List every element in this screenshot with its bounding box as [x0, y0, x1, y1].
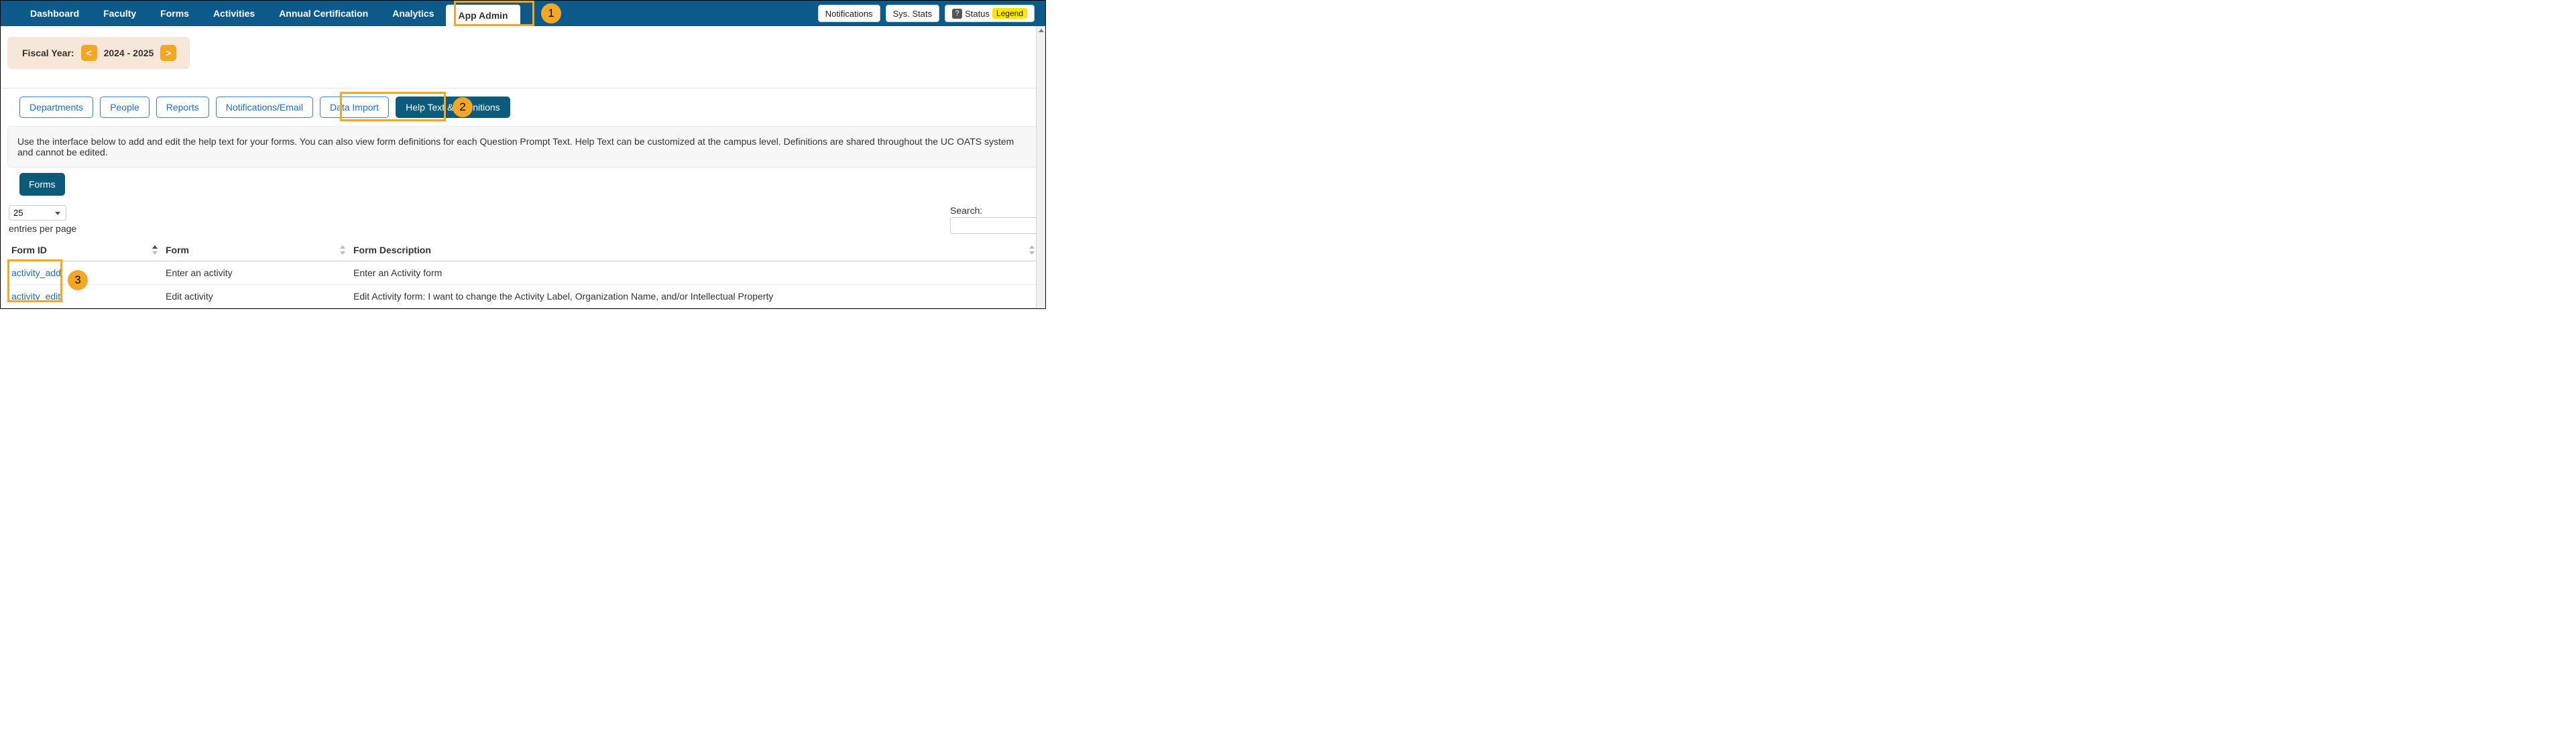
legend-chip: Legend	[992, 8, 1027, 19]
annotation-marker-3: 3	[68, 270, 88, 290]
forms-view-button[interactable]: Forms	[19, 173, 65, 196]
status-label: Status	[965, 9, 990, 19]
form-id-link[interactable]: activity_edit	[11, 291, 60, 302]
status-button[interactable]: ? Status Legend	[945, 5, 1035, 22]
nav-annual-certification[interactable]: Annual Certification	[267, 1, 380, 26]
cell-form: Edit activity	[162, 285, 349, 308]
entries-per-page-label: entries per page	[9, 223, 76, 234]
table-row: activity_add Enter an activity Enter an …	[7, 261, 1039, 285]
fiscal-year-prev-button[interactable]: <	[81, 45, 97, 61]
col-header-form-id-label: Form ID	[11, 245, 47, 255]
annotation-marker-2: 2	[453, 97, 473, 117]
fiscal-year-value: 2024 - 2025	[104, 48, 154, 58]
nav-app-admin[interactable]: App Admin	[446, 5, 520, 26]
help-icon: ?	[952, 9, 962, 19]
fiscal-year-selector: Fiscal Year: < 2024 - 2025 >	[7, 37, 190, 69]
fiscal-year-next-button[interactable]: >	[160, 45, 176, 61]
nav-faculty[interactable]: Faculty	[91, 1, 148, 26]
notifications-button[interactable]: Notifications	[818, 5, 880, 22]
nav-analytics[interactable]: Analytics	[380, 1, 446, 26]
sort-icon	[152, 245, 158, 255]
entries-per-page-select[interactable]: 25	[9, 205, 66, 221]
forms-table: Form ID Form Form Description activity_a…	[7, 239, 1039, 308]
nav-activities[interactable]: Activities	[201, 1, 267, 26]
subtab-notifications-email[interactable]: Notifications/Email	[216, 97, 313, 118]
form-id-link[interactable]: activity_add	[11, 267, 61, 278]
sort-icon	[1029, 245, 1035, 255]
sys-stats-button[interactable]: Sys. Stats	[886, 5, 940, 22]
subtab-departments[interactable]: Departments	[19, 97, 93, 118]
sort-icon	[340, 245, 345, 255]
info-text: Use the interface below to add and edit …	[17, 136, 1014, 158]
nav-forms[interactable]: Forms	[148, 1, 201, 26]
cell-form: Enter an activity	[162, 261, 349, 285]
search-label: Search:	[950, 205, 982, 216]
col-header-form-description[interactable]: Form Description	[349, 239, 1039, 261]
col-header-form-label: Form	[166, 245, 189, 255]
admin-subtabs: Departments People Reports Notifications…	[1, 88, 1045, 126]
vertical-scrollbar[interactable]	[1036, 26, 1045, 308]
cell-form-description: Edit Activity form: I want to change the…	[349, 285, 1039, 308]
nav-dashboard[interactable]: Dashboard	[18, 1, 91, 26]
annotation-marker-1: 1	[541, 3, 561, 23]
info-panel: Use the interface below to add and edit …	[7, 126, 1039, 168]
col-header-form-id[interactable]: Form ID	[7, 239, 162, 261]
subtab-reports[interactable]: Reports	[156, 97, 209, 118]
col-header-form[interactable]: Form	[162, 239, 349, 261]
top-navbar: Dashboard Faculty Forms Activities Annua…	[1, 1, 1045, 26]
col-header-form-description-label: Form Description	[353, 245, 431, 255]
cell-form-description: Enter an Activity form	[349, 261, 1039, 285]
search-input[interactable]	[950, 217, 1037, 234]
subtab-data-import[interactable]: Data Import	[320, 97, 389, 118]
subtab-people[interactable]: People	[100, 97, 150, 118]
table-row: activity_edit Edit activity Edit Activit…	[7, 285, 1039, 308]
fiscal-year-label: Fiscal Year:	[22, 48, 74, 58]
